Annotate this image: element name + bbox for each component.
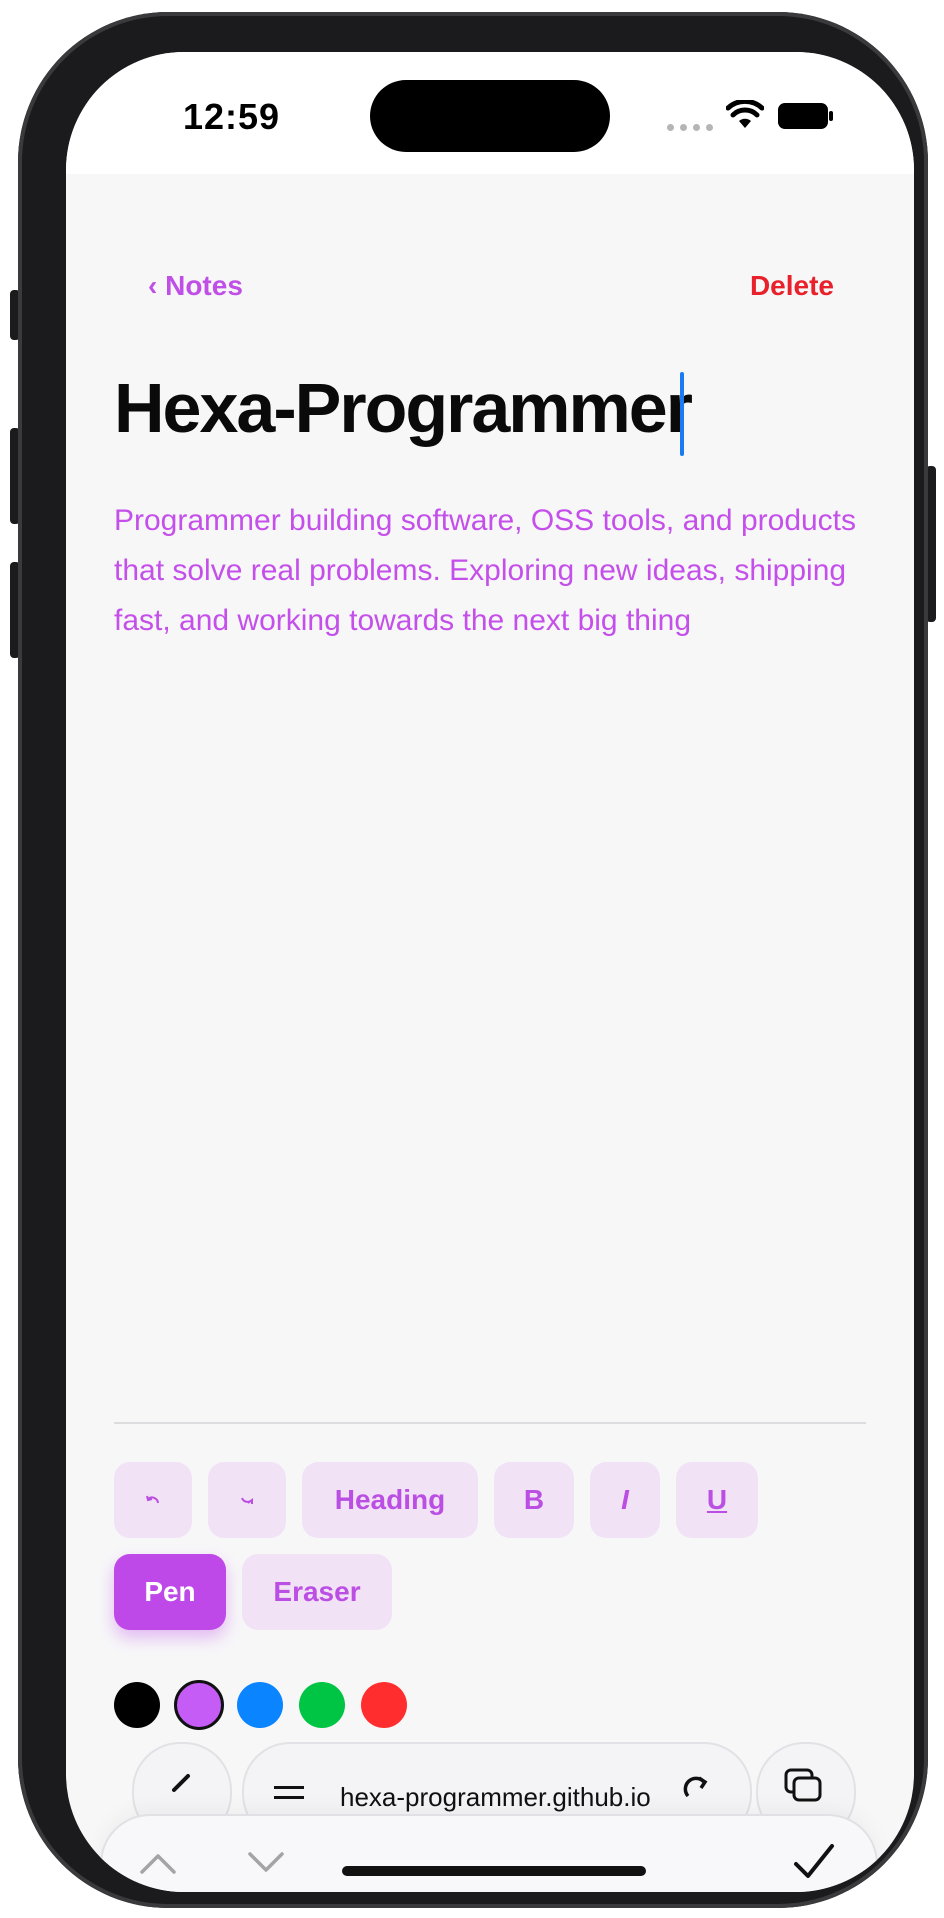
- color-swatch-purple[interactable]: [174, 1680, 224, 1730]
- battery-icon: [778, 103, 833, 129]
- keyboard-accessory-bar: [100, 1814, 878, 1892]
- color-swatch-black[interactable]: [114, 1682, 160, 1728]
- url-text: hexa-programmer.github.io: [340, 1782, 651, 1812]
- note-body[interactable]: Programmer building software, OSS tools,…: [114, 496, 874, 646]
- status-time: 12:59: [183, 96, 281, 137]
- chevron-down-icon[interactable]: [246, 1850, 286, 1876]
- delete-button[interactable]: Delete: [750, 270, 834, 302]
- redo-button[interactable]: [208, 1462, 286, 1538]
- back-arrow-icon: [172, 1774, 190, 1792]
- undo-icon: [146, 1495, 159, 1504]
- undo-button[interactable]: [114, 1462, 192, 1538]
- phone-frame: 12:59 ‹ Notes Delete Hexa-Programmer Pro…: [18, 12, 928, 1908]
- note-title[interactable]: Hexa-Programmer: [114, 368, 693, 448]
- eraser-button[interactable]: Eraser: [242, 1554, 392, 1630]
- bold-button[interactable]: B: [494, 1462, 574, 1538]
- chevron-up-icon[interactable]: [138, 1850, 178, 1876]
- heading-button[interactable]: Heading: [302, 1462, 478, 1538]
- pen-button[interactable]: Pen: [114, 1554, 226, 1630]
- text-cursor: [680, 372, 684, 456]
- menu-lines-icon: [274, 1786, 304, 1799]
- color-swatch-red[interactable]: [361, 1682, 407, 1728]
- wifi-icon: [726, 100, 764, 128]
- color-swatch-blue[interactable]: [237, 1682, 283, 1728]
- toolbar-divider: [114, 1422, 866, 1424]
- signal-dots-icon: [667, 124, 713, 131]
- screen: 12:59 ‹ Notes Delete Hexa-Programmer Pro…: [66, 52, 914, 1892]
- dynamic-island: [370, 80, 610, 152]
- tabs-icon: [784, 1768, 822, 1802]
- redo-icon: [241, 1497, 253, 1504]
- underline-button[interactable]: U: [676, 1462, 758, 1538]
- checkmark-icon[interactable]: [792, 1842, 836, 1882]
- italic-button[interactable]: I: [590, 1462, 660, 1538]
- color-swatch-green[interactable]: [299, 1682, 345, 1728]
- status-bar: 12:59: [66, 52, 914, 174]
- home-indicator: [342, 1866, 646, 1876]
- back-to-notes-button[interactable]: ‹ Notes: [148, 270, 243, 302]
- reload-icon: [683, 1776, 708, 1798]
